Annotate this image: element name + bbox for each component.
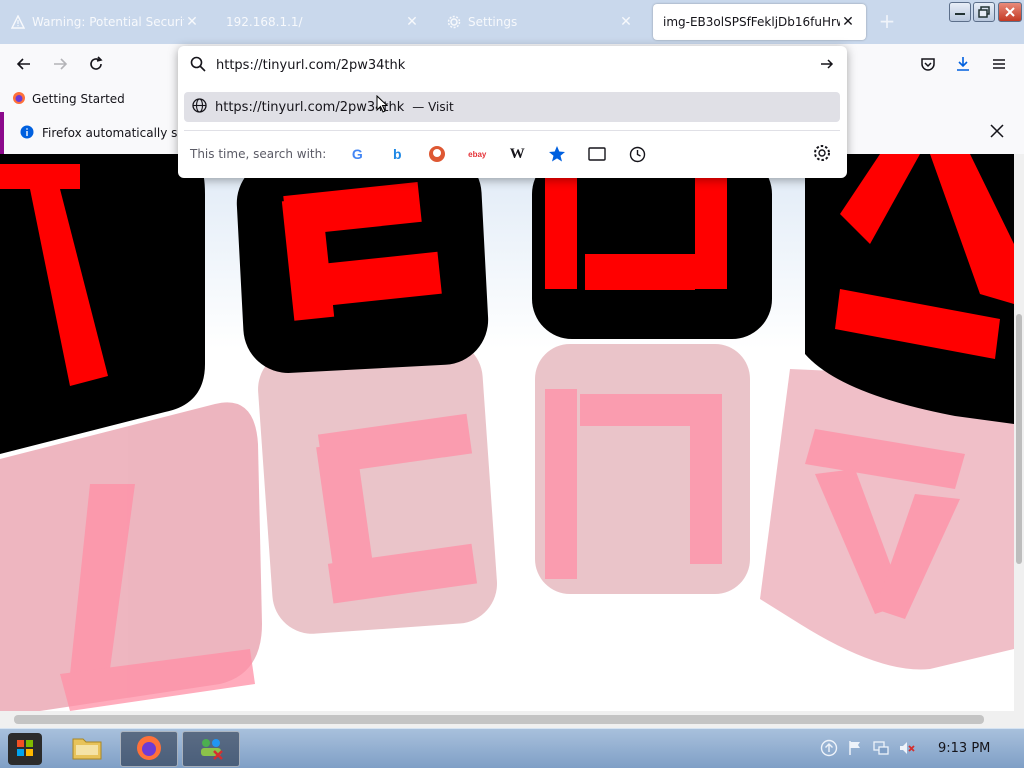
- system-tray: [820, 739, 916, 757]
- up-arrow-icon[interactable]: [820, 739, 838, 757]
- network-users-icon: [196, 735, 226, 764]
- urlbar-dropdown: https://tinyurl.com/2pw34thk — Visit Thi…: [178, 46, 847, 178]
- pocket-icon: [920, 56, 936, 75]
- tab-image-active[interactable]: img-EB3olSPSfFekljDb16fuHrw7.p ✕: [653, 4, 866, 40]
- tab-strip: Warning: Potential Security R ✕ 192.168.…: [0, 0, 1024, 44]
- taskbar-clock[interactable]: 9:13 PM: [938, 741, 990, 756]
- search-settings-gear-icon[interactable]: [813, 144, 833, 164]
- history-clock-icon[interactable]: [626, 143, 648, 165]
- tab-settings[interactable]: Settings ✕: [436, 4, 644, 40]
- taskbar-firefox[interactable]: [120, 731, 178, 767]
- url-input[interactable]: [216, 57, 796, 73]
- restore-button[interactable]: [973, 2, 995, 22]
- forward-arrow-icon: [52, 56, 68, 75]
- close-notification-button[interactable]: [990, 124, 1008, 142]
- flag-icon[interactable]: [846, 739, 864, 757]
- firefox-icon: [12, 91, 26, 108]
- bookmark-label: Getting Started: [32, 92, 125, 106]
- urlbar: [178, 46, 847, 84]
- close-window-button[interactable]: [998, 2, 1022, 22]
- vertical-scrollbar[interactable]: [1014, 154, 1024, 711]
- app-menu-button[interactable]: [987, 53, 1011, 77]
- folder-icon: [71, 735, 103, 764]
- windows-logo-icon: [16, 739, 34, 760]
- letter-tiles-image: [0, 154, 1014, 711]
- download-icon: [955, 56, 971, 75]
- go-arrow-icon[interactable]: [819, 56, 837, 74]
- bookmark-getting-started[interactable]: Getting Started: [12, 91, 125, 108]
- close-tab-icon[interactable]: ✕: [404, 14, 420, 30]
- close-tab-icon[interactable]: ✕: [840, 14, 856, 30]
- vertical-scroll-thumb[interactable]: [1016, 314, 1022, 564]
- warning-icon: [10, 14, 26, 30]
- taskbar-file-explorer[interactable]: [58, 731, 116, 767]
- info-icon: [20, 125, 34, 142]
- tab-router[interactable]: 192.168.1.1/ ✕: [216, 4, 430, 40]
- reload-icon: [88, 55, 104, 75]
- search-icon: [190, 56, 206, 75]
- forward-button[interactable]: [48, 53, 72, 77]
- tab-label: Warning: Potential Security R: [32, 15, 184, 29]
- duckduckgo-engine-icon[interactable]: [426, 143, 448, 165]
- volume-muted-icon[interactable]: [898, 739, 916, 757]
- network-icon[interactable]: [872, 739, 890, 757]
- google-engine-icon[interactable]: G: [346, 143, 368, 165]
- minimize-button[interactable]: [949, 2, 971, 22]
- mouse-cursor-icon: [376, 95, 388, 113]
- start-button[interactable]: [8, 733, 42, 765]
- horizontal-scroll-thumb[interactable]: [14, 715, 984, 724]
- one-off-search-engines: This time, search with: G b ebay W: [190, 142, 835, 166]
- search-with-label: This time, search with:: [190, 147, 327, 161]
- windows-taskbar: 9:13 PM: [0, 728, 1024, 768]
- notification-text: Firefox automatically sen: [42, 126, 193, 140]
- suggestion-action: — Visit: [412, 100, 454, 114]
- page-image-content: [0, 154, 1014, 711]
- back-button[interactable]: [12, 53, 36, 77]
- url-suggestion-row[interactable]: https://tinyurl.com/2pw34thk — Visit: [184, 92, 840, 122]
- tab-label: Settings: [468, 15, 518, 29]
- tab-label: 192.168.1.1/: [226, 15, 303, 29]
- firefox-icon: [135, 734, 163, 765]
- hamburger-menu-icon: [991, 56, 1007, 75]
- downloads-button[interactable]: [951, 53, 975, 77]
- pocket-button[interactable]: [916, 53, 940, 77]
- bing-engine-icon[interactable]: b: [386, 143, 408, 165]
- horizontal-scrollbar[interactable]: [0, 711, 1024, 728]
- ebay-engine-icon[interactable]: ebay: [466, 143, 488, 165]
- reload-button[interactable]: [84, 53, 108, 77]
- globe-icon: [192, 98, 207, 116]
- back-arrow-icon: [16, 56, 32, 75]
- taskbar-network-app[interactable]: [182, 731, 240, 767]
- tabs-icon[interactable]: [586, 143, 608, 165]
- bookmarks-star-icon[interactable]: [546, 143, 568, 165]
- tab-security-warning[interactable]: Warning: Potential Security R ✕: [0, 4, 210, 40]
- tab-label: img-EB3olSPSfFekljDb16fuHrw7.p: [663, 15, 840, 29]
- wikipedia-engine-icon[interactable]: W: [506, 143, 528, 165]
- close-tab-icon[interactable]: ✕: [618, 14, 634, 30]
- gear-icon: [446, 14, 462, 30]
- close-tab-icon[interactable]: ✕: [184, 14, 200, 30]
- new-tab-button[interactable]: +: [876, 10, 898, 34]
- divider: [184, 130, 840, 131]
